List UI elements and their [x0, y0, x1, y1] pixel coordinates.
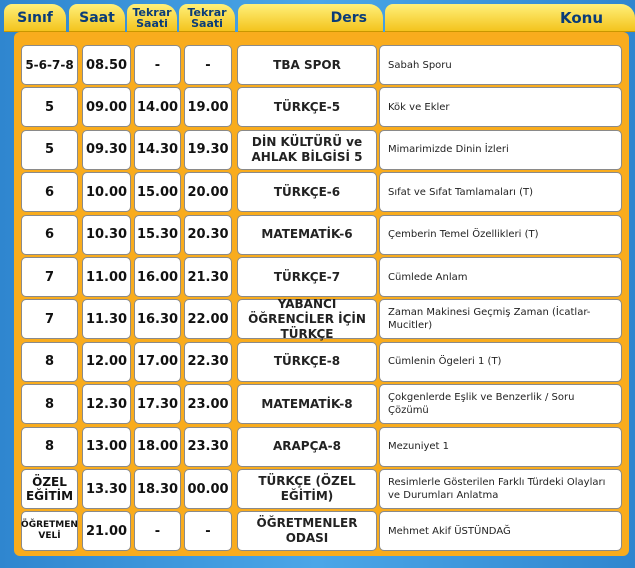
cell-sinif: 5 [21, 129, 78, 170]
cell-konu: Cümlenin Ögeleri 1 (T) [379, 341, 622, 382]
table-header: Sınıf Saat Tekrar Saati Tekrar Saati Der… [0, 0, 635, 32]
cell-konu: Sıfat ve Sıfat Tamlamaları (T) [379, 172, 622, 213]
cell-tekrar1: 17.00 [134, 341, 181, 382]
cell-saat: 21.00 [82, 511, 131, 552]
cell-saat: 10.00 [82, 172, 131, 213]
header-tekrar-1: Tekrar Saati [127, 4, 177, 32]
cell-konu: Cümlede Anlam [379, 257, 622, 297]
cell-ders: TBA SPOR [237, 45, 377, 85]
cell-tekrar1: 15.30 [134, 214, 181, 255]
header-tekrar-2: Tekrar Saati [179, 4, 235, 32]
cell-sinif: 6 [21, 214, 78, 255]
cell-sinif: 5 [21, 87, 78, 128]
cell-sinif: 6 [21, 172, 78, 213]
cell-konu: Çokgenlerde Eşlik ve Benzerlik / Soru Çö… [379, 384, 622, 425]
cell-ders: ÖĞRETMENLER ODASI [237, 511, 377, 552]
cell-konu: Kök ve Ekler [379, 87, 622, 128]
cell-ders: YABANCI ÖĞRENCİLER İÇİN TÜRKÇE [237, 297, 377, 341]
cell-saat: 11.30 [82, 299, 131, 340]
cell-tekrar1: 18.30 [134, 469, 181, 509]
header-saat: Saat [69, 4, 125, 32]
cell-ders: MATEMATİK-6 [237, 214, 377, 255]
cell-sinif: ÖZEL EĞİTİM [21, 469, 78, 509]
cell-tekrar2: 20.00 [184, 172, 232, 213]
cell-ders: TÜRKÇE-8 [237, 341, 377, 382]
cell-konu: Çemberin Temel Özellikleri (T) [379, 214, 622, 255]
header-tekrar-1-label: Tekrar Saati [132, 6, 172, 30]
cell-ders: TÜRKÇE-7 [237, 257, 377, 297]
cell-konu: Mezuniyet 1 [379, 426, 622, 467]
cell-tekrar2: 22.30 [184, 341, 232, 382]
cell-konu: Mimarimizde Dinin İzleri [379, 129, 622, 170]
cell-ders: ARAPÇA-8 [237, 426, 377, 467]
cell-tekrar2: - [184, 45, 232, 85]
cell-tekrar2: 23.00 [184, 384, 232, 425]
cell-tekrar2: 21.30 [184, 257, 232, 297]
cell-ders: MATEMATİK-8 [237, 384, 377, 425]
cell-konu: Mehmet Akif ÜSTÜNDAĞ [379, 511, 622, 552]
cell-konu: Zaman Makinesi Geçmiş Zaman (İcatlar-Muc… [379, 299, 622, 340]
cell-tekrar1: - [134, 45, 181, 85]
cell-tekrar2: 23.30 [184, 426, 232, 467]
cell-saat: 11.00 [82, 257, 131, 297]
cell-sinif: 5-6-7-8 [21, 45, 78, 85]
cell-ders: TÜRKÇE (ÖZEL EĞİTİM) [237, 469, 377, 509]
cell-tekrar1: 18.00 [134, 426, 181, 467]
cell-tekrar2: 20.30 [184, 214, 232, 255]
cell-sinif: 7 [21, 299, 78, 340]
cell-saat: 12.00 [82, 341, 131, 382]
header-ders: Ders [238, 4, 383, 32]
cell-tekrar1: - [134, 511, 181, 552]
cell-tekrar1: 17.30 [134, 384, 181, 425]
header-sinif: Sınıf [4, 4, 66, 32]
cell-tekrar2: - [184, 511, 232, 552]
header-tekrar-2-label: Tekrar Saati [187, 6, 227, 30]
cell-tekrar2: 00.00 [184, 469, 232, 509]
cell-tekrar1: 16.30 [134, 299, 181, 340]
header-konu: Konu [385, 4, 635, 32]
cell-sinif: 8 [21, 341, 78, 382]
cell-saat: 12.30 [82, 384, 131, 425]
cell-saat: 13.00 [82, 426, 131, 467]
cell-saat: 13.30 [82, 469, 131, 509]
cell-konu: Resimlerle Gösterilen Farklı Türdeki Ola… [379, 469, 622, 509]
cell-saat: 08.50 [82, 45, 131, 85]
cell-sinif: 8 [21, 384, 78, 425]
cell-saat: 09.30 [82, 129, 131, 170]
cell-konu: Sabah Sporu [379, 45, 622, 85]
cell-sinif: ÖĞRETMEN VELİ [21, 511, 78, 552]
cell-saat: 09.00 [82, 87, 131, 128]
cell-sinif: 7 [21, 257, 78, 297]
cell-ders: DİN KÜLTÜRÜ ve AHLAK BİLGİSİ 5 [237, 129, 377, 170]
cell-tekrar2: 19.30 [184, 129, 232, 170]
cell-sinif: 8 [21, 426, 78, 467]
cell-tekrar2: 19.00 [184, 87, 232, 128]
cell-saat: 10.30 [82, 214, 131, 255]
cell-tekrar1: 14.30 [134, 129, 181, 170]
cell-tekrar1: 14.00 [134, 87, 181, 128]
cell-tekrar1: 15.00 [134, 172, 181, 213]
cell-ders: TÜRKÇE-6 [237, 172, 377, 213]
cell-tekrar1: 16.00 [134, 257, 181, 297]
cell-tekrar2: 22.00 [184, 299, 232, 340]
cell-ders: TÜRKÇE-5 [237, 87, 377, 128]
